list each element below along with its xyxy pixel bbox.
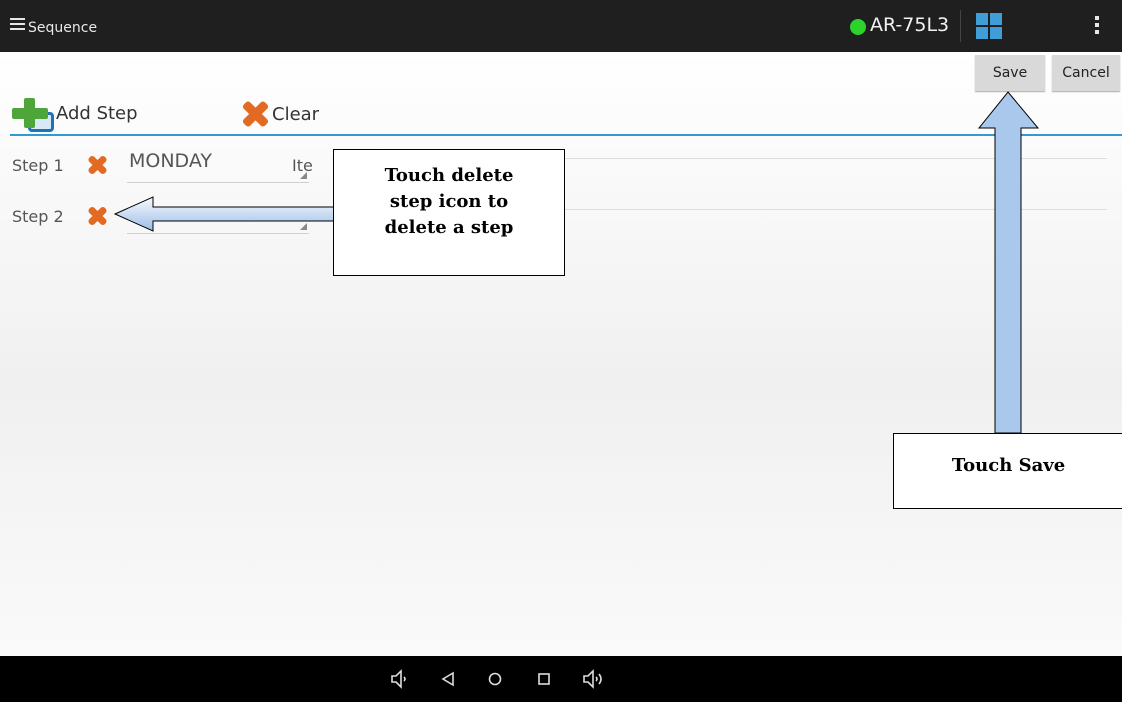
- volume-down-icon[interactable]: [386, 666, 412, 692]
- callout-text: Touch Save: [951, 455, 1066, 476]
- recents-icon[interactable]: [531, 666, 557, 692]
- save-callout: Touch Save: [893, 433, 1122, 509]
- callout-line: delete a step: [384, 217, 514, 238]
- system-nav-bar: [0, 656, 1122, 702]
- callout-line: step icon to: [389, 191, 509, 212]
- save-pointer-arrow: [977, 91, 1040, 434]
- delete-pointer-arrow: [113, 196, 335, 232]
- delete-step-callout: Touch delete step icon to delete a step: [333, 149, 565, 276]
- annotation-arrows: [113, 91, 1040, 434]
- callout-line: Touch delete: [384, 165, 514, 186]
- back-icon[interactable]: [435, 666, 461, 692]
- volume-up-icon[interactable]: [580, 666, 606, 692]
- home-icon[interactable]: [482, 666, 508, 692]
